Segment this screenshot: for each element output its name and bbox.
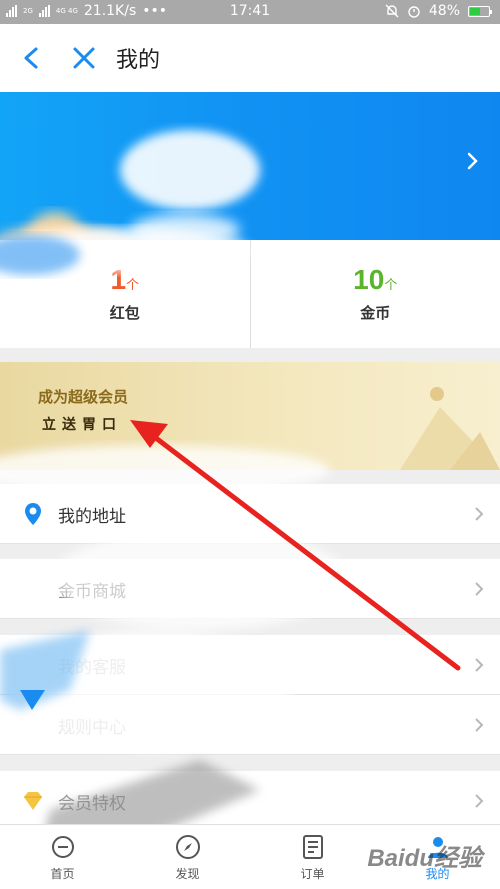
- diamond-icon: [24, 792, 42, 810]
- chevron-right-icon: [475, 507, 484, 521]
- rules-icon: [20, 712, 46, 738]
- page-title: 我的: [116, 48, 161, 73]
- header-artwork: [0, 212, 240, 240]
- watermark: Baidu经验: [367, 845, 482, 872]
- menu-label: 我的客服: [58, 658, 126, 678]
- battery-icon: [468, 5, 492, 17]
- menu-item-vip-privileges[interactable]: 会员特权: [0, 771, 500, 831]
- stat-unit: 个: [126, 277, 140, 292]
- menu-item-customer-service[interactable]: 我的客服: [0, 635, 500, 695]
- menu-label: 规则中心: [58, 718, 126, 738]
- profile-header[interactable]: [0, 92, 500, 240]
- close-icon[interactable]: [70, 44, 98, 72]
- vip-title: 成为超级会员: [38, 388, 129, 406]
- stat-coins[interactable]: 10个 金币: [249, 240, 500, 348]
- home-icon: [51, 836, 74, 858]
- stat-label: 金币: [360, 304, 391, 322]
- bell-off-icon: [385, 4, 399, 18]
- chevron-left-icon[interactable]: [18, 44, 46, 72]
- alarm-icon: [408, 6, 420, 18]
- stats-panel: 1个 红包 10个 金币: [0, 240, 500, 348]
- compass-icon: [175, 835, 200, 859]
- customer-service-icon: [20, 652, 46, 678]
- nav-orders[interactable]: 订单: [250, 825, 375, 889]
- menu-label: 会员特权: [58, 794, 126, 814]
- stat-value: 10: [353, 264, 385, 295]
- nav-discover[interactable]: 发现: [125, 825, 250, 889]
- stat-unit: 个: [384, 277, 398, 292]
- stat-value: 1: [110, 264, 127, 295]
- stat-label: 红包: [109, 304, 140, 322]
- nav-label: 首页: [50, 867, 75, 881]
- menu-item-rules[interactable]: 规则中心: [0, 695, 500, 755]
- stat-red-packet[interactable]: 1个 红包: [0, 240, 250, 348]
- title-bar: 我的: [0, 24, 500, 92]
- menu-item-address[interactable]: 我的地址: [0, 484, 500, 544]
- chevron-right-icon: [475, 794, 484, 808]
- order-icon: [302, 835, 323, 859]
- status-bar: 2G 4G 4G 21.1K/s ••• 17:41 48%: [0, 0, 500, 24]
- location-pin-icon: [25, 503, 41, 525]
- vip-subtitle: 立送胃口: [42, 417, 122, 433]
- nav-label: 订单: [300, 867, 325, 881]
- menu-label: 金币商城: [58, 582, 126, 602]
- battery-percent: 48%: [428, 3, 460, 19]
- menu-label: 我的地址: [58, 507, 126, 527]
- chevron-right-icon: [475, 582, 484, 596]
- coin-icon: [20, 576, 46, 602]
- chevron-right-icon: [475, 718, 484, 732]
- nav-label: 发现: [175, 867, 200, 881]
- app-screen: 2G 4G 4G 21.1K/s ••• 17:41 48% 我的 1个 红包 …: [0, 0, 500, 889]
- vip-banner[interactable]: 成为超级会员 立送胃口: [0, 362, 500, 470]
- chevron-right-icon: [475, 658, 484, 672]
- menu-item-coin-mall[interactable]: 金币商城: [0, 559, 500, 619]
- chevron-right-icon: [467, 152, 478, 170]
- nav-home[interactable]: 首页: [0, 825, 125, 889]
